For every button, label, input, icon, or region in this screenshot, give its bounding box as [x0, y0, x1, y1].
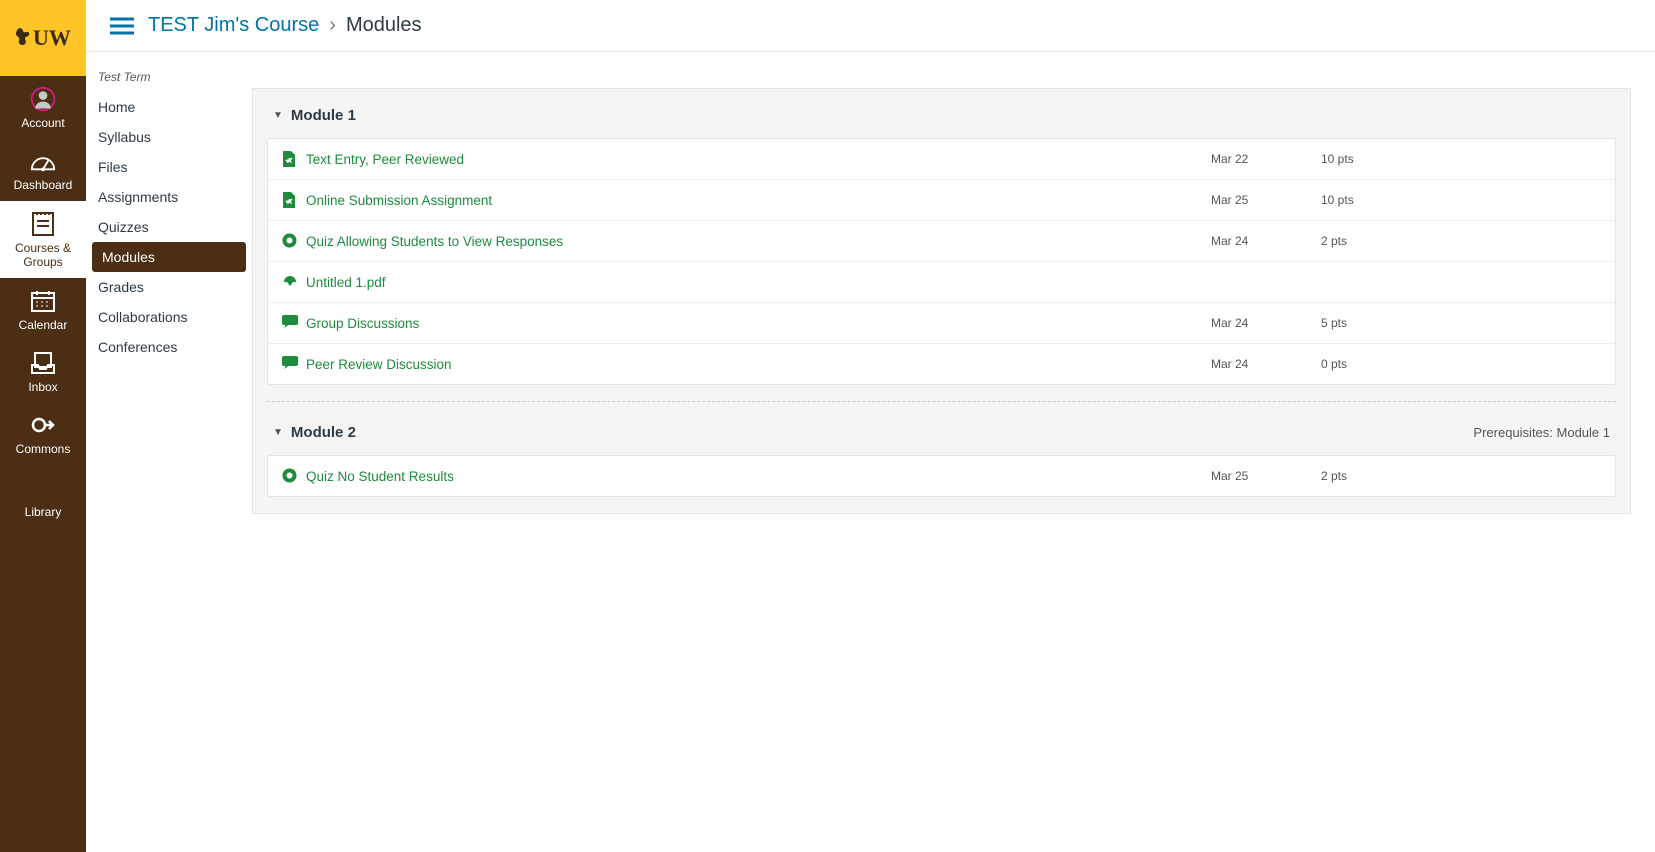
- nav-item-inbox[interactable]: Inbox: [0, 340, 86, 402]
- course-nav-syllabus[interactable]: Syllabus: [86, 122, 252, 152]
- collapse-icon: ▼: [273, 427, 283, 438]
- term-label: Test Term: [86, 70, 252, 92]
- module-item[interactable]: Quiz Allowing Students to View Responses…: [268, 221, 1615, 262]
- discussion-icon: [282, 315, 298, 331]
- assignment-icon: A: [282, 151, 298, 167]
- item-points: 10 pts: [1321, 152, 1601, 166]
- breadcrumb: TEST Jim's Course › Modules: [148, 14, 422, 37]
- item-title[interactable]: Peer Review Discussion: [306, 357, 452, 372]
- item-due: Mar 24: [1211, 357, 1321, 371]
- nav-label: Commons: [16, 442, 71, 456]
- logo[interactable]: UW: [0, 0, 86, 76]
- module-title: Module 2: [291, 424, 356, 441]
- item-title[interactable]: Quiz Allowing Students to View Responses: [306, 234, 563, 249]
- breadcrumb-separator: ›: [329, 14, 336, 37]
- course-nav-home[interactable]: Home: [86, 92, 252, 122]
- module-item[interactable]: A Text Entry, Peer Reviewed Mar 2210 pts: [268, 139, 1615, 180]
- bucking-horse-icon: [15, 27, 31, 49]
- course-nav-assignments[interactable]: Assignments: [86, 182, 252, 212]
- item-points: 10 pts: [1321, 193, 1601, 207]
- quiz-icon: [282, 233, 298, 249]
- module: ▼ Module 1 A Text Entry, Peer Reviewed Mar 2…: [253, 89, 1630, 385]
- module-items: Quiz No Student Results Mar 252 pts: [267, 455, 1616, 497]
- nav-label: Calendar: [19, 318, 68, 332]
- nav-label: Library: [25, 505, 62, 519]
- module-item[interactable]: Untitled 1.pdf: [268, 262, 1615, 303]
- assignment-icon: A: [282, 192, 298, 208]
- nav-label: Courses & Groups: [15, 241, 71, 270]
- nav-item-commons[interactable]: Commons: [0, 402, 86, 464]
- item-title[interactable]: Untitled 1.pdf: [306, 275, 386, 290]
- module-items: AText Entry, Peer ReviewedMar 2210 ptsAO…: [267, 138, 1616, 385]
- item-due: Mar 25: [1211, 193, 1321, 207]
- library-icon: [30, 475, 56, 501]
- collapse-icon: ▼: [273, 110, 283, 121]
- breadcrumb-page: Modules: [346, 14, 422, 37]
- item-points: 2 pts: [1321, 469, 1601, 483]
- file-icon: [282, 274, 298, 290]
- item-title[interactable]: Quiz No Student Results: [306, 469, 454, 484]
- dashboard-icon: [30, 148, 56, 174]
- item-due: Mar 22: [1211, 152, 1321, 166]
- course-nav-collaborations[interactable]: Collaborations: [86, 302, 252, 332]
- nav-label: Dashboard: [14, 178, 73, 192]
- nav-item-library[interactable]: Library: [0, 465, 86, 527]
- logo-text: UW: [33, 25, 71, 51]
- module-item[interactable]: A Online Submission Assignment Mar 2510 pt…: [268, 180, 1615, 221]
- module-title: Module 1: [291, 107, 356, 124]
- nav-item-account[interactable]: Account: [0, 76, 86, 138]
- nav-item-courses[interactable]: Courses & Groups: [0, 201, 86, 278]
- module-item[interactable]: Group Discussions Mar 245 pts: [268, 303, 1615, 344]
- item-points: 0 pts: [1321, 357, 1601, 371]
- course-nav-conferences[interactable]: Conferences: [86, 332, 252, 362]
- nav-item-calendar[interactable]: Calendar: [0, 278, 86, 340]
- breadcrumb-course[interactable]: TEST Jim's Course: [148, 14, 319, 37]
- global-nav: UW Account Dashboard Courses & Groups Calen…: [0, 0, 86, 852]
- calendar-icon: [30, 288, 56, 314]
- item-title[interactable]: Online Submission Assignment: [306, 193, 492, 208]
- nav-label: Inbox: [28, 380, 57, 394]
- module-item[interactable]: Quiz No Student Results Mar 252 pts: [268, 456, 1615, 496]
- module-header[interactable]: ▼ Module 2 Prerequisites: Module 1: [253, 406, 1630, 455]
- item-points: 5 pts: [1321, 316, 1601, 330]
- course-nav-files[interactable]: Files: [86, 152, 252, 182]
- course-nav: Test Term HomeSyllabusFilesAssignmentsQu…: [86, 52, 252, 852]
- commons-icon: [30, 412, 56, 438]
- item-due: Mar 24: [1211, 234, 1321, 248]
- svg-text:A: A: [287, 199, 292, 206]
- hamburger-icon[interactable]: [110, 17, 134, 35]
- nav-item-dashboard[interactable]: Dashboard: [0, 138, 86, 200]
- module-item[interactable]: Peer Review Discussion Mar 240 pts: [268, 344, 1615, 384]
- course-nav-quizzes[interactable]: Quizzes: [86, 212, 252, 242]
- course-nav-modules[interactable]: Modules: [92, 242, 246, 272]
- item-title[interactable]: Group Discussions: [306, 316, 419, 331]
- course-nav-grades[interactable]: Grades: [86, 272, 252, 302]
- account-icon: [30, 86, 56, 112]
- topbar: TEST Jim's Course › Modules: [86, 0, 1655, 52]
- quiz-icon: [282, 468, 298, 484]
- svg-text:A: A: [287, 158, 292, 165]
- discussion-icon: [282, 356, 298, 372]
- module-header[interactable]: ▼ Module 1: [253, 89, 1630, 138]
- item-title[interactable]: Text Entry, Peer Reviewed: [306, 152, 464, 167]
- item-points: 2 pts: [1321, 234, 1601, 248]
- inbox-icon: [30, 350, 56, 376]
- content-area: ▼ Module 1 A Text Entry, Peer Reviewed Mar 2…: [252, 52, 1655, 852]
- module-divider: [267, 401, 1616, 402]
- item-due: Mar 24: [1211, 316, 1321, 330]
- module: ▼ Module 2 Prerequisites: Module 1 Quiz No …: [253, 406, 1630, 497]
- module-prereq: Prerequisites: Module 1: [1473, 425, 1610, 440]
- nav-label: Account: [21, 116, 64, 130]
- courses-icon: [30, 211, 56, 237]
- modules-container: ▼ Module 1 A Text Entry, Peer Reviewed Mar 2…: [252, 88, 1631, 514]
- item-due: Mar 25: [1211, 469, 1321, 483]
